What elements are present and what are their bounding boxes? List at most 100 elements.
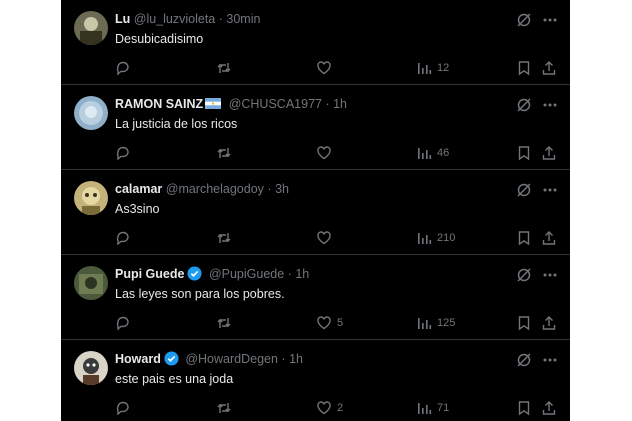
avatar[interactable] (74, 266, 108, 300)
grok-icon[interactable] (516, 97, 532, 113)
repost-button[interactable] (216, 230, 232, 246)
heart-icon (317, 61, 331, 75)
tweet[interactable]: RAMON SAINZ @CHUSCA1977 · 1h La justicia… (61, 85, 570, 169)
reply-icon (116, 61, 129, 76)
share-icon (542, 316, 556, 330)
timestamp[interactable]: 3h (275, 182, 289, 196)
display-name[interactable]: RAMON SAINZ (115, 97, 203, 111)
grok-icon[interactable] (516, 267, 532, 283)
bookmark-button[interactable] (517, 315, 531, 331)
share-button[interactable] (541, 230, 557, 246)
more-options-icon[interactable] (542, 268, 558, 282)
user-handle[interactable]: @PupiGuede (209, 267, 284, 281)
timestamp[interactable]: 1h (295, 267, 309, 281)
tweet-text: Las leyes son para los pobres. (115, 287, 285, 301)
separator-dot: · (281, 352, 286, 366)
reply-icon (116, 316, 129, 331)
bookmark-button[interactable] (517, 230, 531, 246)
like-button[interactable]: 5 (316, 315, 343, 331)
views-button[interactable]: 210 (416, 230, 455, 246)
timestamp[interactable]: 30min (226, 12, 260, 26)
reply-button[interactable] (115, 400, 131, 416)
display-name[interactable]: Howard (115, 352, 161, 366)
view-count: 71 (437, 402, 450, 414)
reply-button[interactable] (115, 145, 131, 161)
view-count: 12 (437, 62, 450, 74)
bookmark-button[interactable] (517, 400, 531, 416)
reply-button[interactable] (115, 315, 131, 331)
views-icon (418, 403, 432, 414)
tweet-text: La justicia de los ricos (115, 117, 238, 131)
like-button[interactable]: 2 (316, 400, 343, 416)
share-button[interactable] (541, 60, 557, 76)
repost-button[interactable] (216, 145, 232, 161)
tweet-text: este pais es una joda (115, 372, 234, 386)
heart-icon (317, 146, 331, 160)
replies-feed: Lu @lu_luzvioleta · 30min Desubicadisimo… (61, 0, 570, 421)
repost-button[interactable] (216, 400, 232, 416)
timestamp[interactable]: 1h (289, 352, 303, 366)
like-count: 5 (337, 317, 344, 329)
avatar[interactable] (74, 96, 108, 130)
bookmark-icon (518, 316, 530, 331)
more-options-icon[interactable] (542, 98, 558, 112)
views-icon (418, 148, 432, 159)
avatar[interactable] (74, 11, 108, 45)
repost-button[interactable] (216, 60, 232, 76)
share-button[interactable] (541, 315, 557, 331)
bookmark-button[interactable] (517, 60, 531, 76)
views-icon (418, 318, 432, 329)
repost-icon (217, 233, 231, 243)
share-button[interactable] (541, 145, 557, 161)
tweet-text: As3sino (115, 202, 160, 216)
view-count: 46 (437, 147, 450, 159)
more-options-icon[interactable] (542, 183, 558, 197)
avatar[interactable] (74, 351, 108, 385)
views-button[interactable]: 12 (416, 60, 449, 76)
tweet[interactable]: Howard @HowardDegen · 1h este pais es un… (61, 340, 570, 421)
bookmark-button[interactable] (517, 145, 531, 161)
reply-icon (116, 401, 129, 416)
timestamp[interactable]: 1h (333, 97, 347, 111)
grok-icon[interactable] (516, 352, 532, 368)
display-name[interactable]: calamar (115, 182, 162, 196)
like-button[interactable] (316, 60, 337, 76)
like-button[interactable] (316, 230, 337, 246)
grok-icon[interactable] (516, 182, 532, 198)
reply-icon (116, 231, 129, 246)
verified-badge-icon (164, 351, 179, 366)
bookmark-icon (518, 231, 530, 246)
display-name[interactable]: Lu (115, 12, 130, 26)
user-handle[interactable]: @CHUSCA1977 (229, 97, 322, 111)
like-button[interactable] (316, 145, 337, 161)
views-icon (418, 63, 432, 74)
share-icon (542, 231, 556, 245)
tweet-text: Desubicadisimo (115, 32, 204, 46)
separator-dot: · (325, 97, 330, 111)
views-button[interactable]: 46 (416, 145, 449, 161)
tweet[interactable]: Lu @lu_luzvioleta · 30min Desubicadisimo… (61, 0, 570, 84)
tweet[interactable]: Pupi Guede @PupiGuede · 1h Las leyes son… (61, 255, 570, 339)
argentina-flag-icon (205, 98, 222, 109)
reply-button[interactable] (115, 230, 131, 246)
tweet[interactable]: calamar @marchelagodoy · 3h As3sino 210 (61, 170, 570, 254)
share-button[interactable] (541, 400, 557, 416)
views-icon (418, 233, 432, 244)
user-handle[interactable]: @HowardDegen (185, 352, 278, 366)
bookmark-icon (518, 146, 530, 161)
display-name[interactable]: Pupi Guede (115, 267, 184, 281)
more-options-icon[interactable] (542, 13, 558, 27)
views-button[interactable]: 125 (416, 315, 455, 331)
separator-dot: · (218, 12, 223, 26)
views-button[interactable]: 71 (416, 400, 449, 416)
avatar[interactable] (74, 181, 108, 215)
more-options-icon[interactable] (542, 353, 558, 367)
separator-dot: · (267, 182, 272, 196)
share-icon (542, 401, 556, 415)
user-handle[interactable]: @lu_luzvioleta (134, 12, 215, 26)
user-handle[interactable]: @marchelagodoy (166, 182, 264, 196)
repost-button[interactable] (216, 315, 232, 331)
reply-icon (116, 146, 129, 161)
grok-icon[interactable] (516, 12, 532, 28)
reply-button[interactable] (115, 60, 131, 76)
